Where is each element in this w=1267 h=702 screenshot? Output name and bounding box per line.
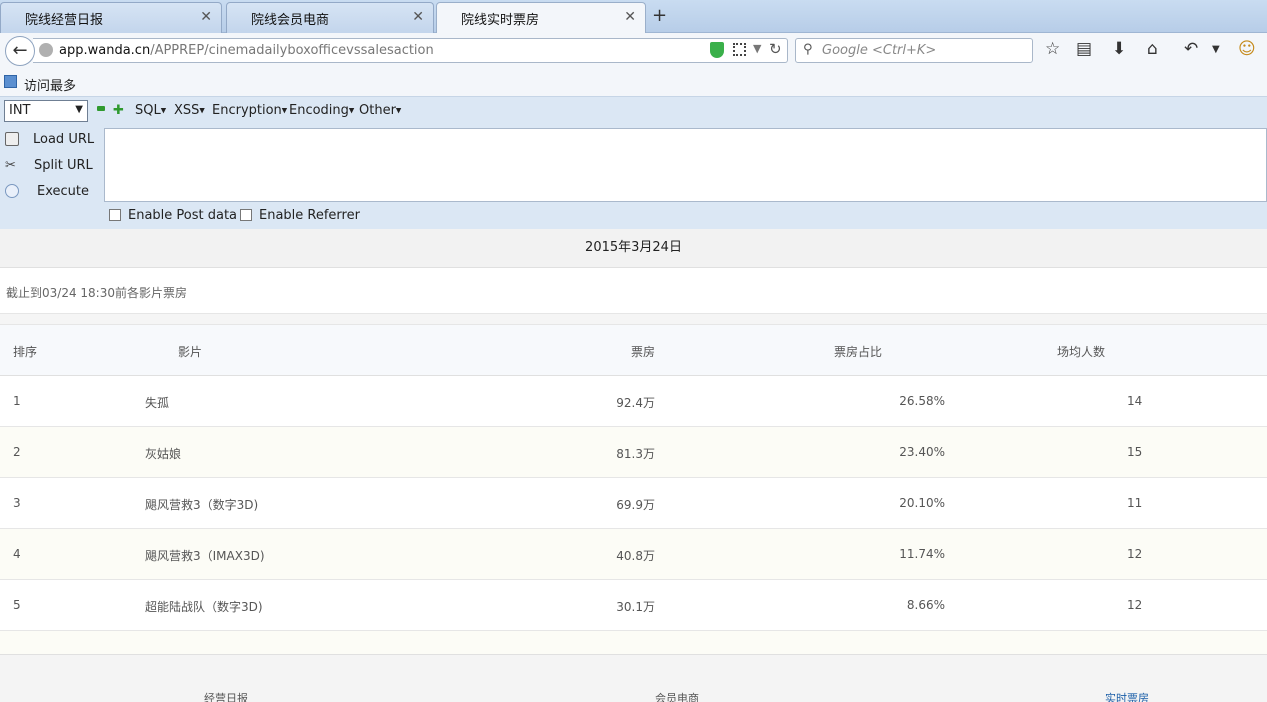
table-row[interactable]: 1 失孤 92.4万 26.58% 14 <box>0 376 1267 427</box>
box-cell: 92.4万 <box>616 396 655 410</box>
menu-encryption[interactable]: Encryption▼ <box>212 103 287 118</box>
search-placeholder: Google <Ctrl+K> <box>822 43 937 58</box>
chevron-down-icon: ▼ <box>75 104 83 115</box>
column-avg: 场均人数 <box>1057 345 1106 359</box>
table-row[interactable]: 2 灰姑娘 81.3万 23.40% 15 <box>0 427 1267 478</box>
avg-cell: 12 <box>1127 598 1143 612</box>
enable-post-checkbox[interactable] <box>109 209 121 221</box>
tab-daily-report[interactable]: 院线经营日报 ✕ <box>0 2 222 33</box>
column-box: 票房 <box>631 345 656 359</box>
load-url-icon <box>5 132 19 146</box>
url-bar[interactable]: app.wanda.cn/APPREP/cinemadailyboxoffice… <box>33 38 788 63</box>
box-cell: 81.3万 <box>616 447 655 461</box>
footer-daily-report[interactable]: 经营日报 <box>204 690 248 702</box>
share-cell: 11.74% <box>899 547 945 561</box>
enable-referrer-checkbox[interactable] <box>240 209 252 221</box>
split-url-button[interactable]: ✂ Split URL <box>0 154 100 178</box>
bookmark-star-icon[interactable]: ☆ <box>1045 39 1060 59</box>
search-icon: ⚲ <box>803 42 813 57</box>
globe-icon <box>39 43 53 57</box>
table-row[interactable]: 4 飓风营救3（IMAX3D) 40.8万 11.74% 12 <box>0 529 1267 580</box>
minus-icon[interactable] <box>97 106 105 111</box>
close-icon[interactable]: ✕ <box>200 9 212 25</box>
enable-referrer-label: Enable Referrer <box>259 208 360 223</box>
tab-strip: 院线经营日报 ✕ 院线会员电商 ✕ 院线实时票房 ✕ + <box>0 0 1267 33</box>
undo-icon[interactable]: ↶ <box>1184 39 1198 59</box>
back-button[interactable]: ← <box>5 36 35 66</box>
rank-cell: 3 <box>13 496 21 510</box>
reload-icon[interactable]: ↻ <box>769 40 782 58</box>
new-tab-button[interactable]: + <box>652 5 667 26</box>
column-rank: 排序 <box>13 345 38 359</box>
int-select[interactable]: INT ▼ <box>4 100 88 122</box>
enable-post-label: Enable Post data <box>128 208 238 223</box>
share-cell: 23.40% <box>899 445 945 459</box>
scissors-icon: ✂ <box>5 158 16 173</box>
dropdown-arrow-icon[interactable]: ▼ <box>1212 44 1220 55</box>
play-icon <box>5 184 19 198</box>
shield-icon[interactable] <box>710 42 724 58</box>
dropdown-arrow-icon[interactable]: ▼ <box>753 42 761 55</box>
share-cell: 26.58% <box>899 394 945 408</box>
film-cell: 飓风营救3（数字3D) <box>145 498 259 512</box>
back-arrow-icon: ← <box>12 40 28 61</box>
film-cell: 飓风营救3（IMAX3D) <box>145 549 265 563</box>
menu-other[interactable]: Other▼ <box>359 103 401 118</box>
close-icon[interactable]: ✕ <box>412 9 424 25</box>
load-url-button[interactable]: Load URL <box>0 128 100 152</box>
menu-encoding[interactable]: Encoding▼ <box>289 103 354 118</box>
plus-icon[interactable]: ✚ <box>113 103 124 118</box>
film-cell: 失孤 <box>145 396 170 410</box>
divider <box>0 313 1267 325</box>
share-cell: 8.66% <box>906 598 945 612</box>
avg-cell: 15 <box>1127 445 1143 459</box>
rank-cell: 1 <box>13 394 21 408</box>
bookmarks-toolbar: 访问最多 <box>0 68 1267 96</box>
tab-realtime-boxoffice[interactable]: 院线实时票房 ✕ <box>436 2 646 33</box>
footer-realtime-boxoffice[interactable]: 实时票房 <box>1105 690 1149 702</box>
box-cell: 40.8万 <box>616 549 655 563</box>
menu-xss[interactable]: XSS▼ <box>174 103 205 118</box>
box-cell: 69.9万 <box>616 498 655 512</box>
tab-label: 院线经营日报 <box>25 13 104 28</box>
monkey-icon[interactable]: ☺ <box>1238 39 1256 59</box>
film-cell: 超能陆战队（数字3D) <box>145 600 263 614</box>
avg-cell: 11 <box>1127 496 1143 510</box>
footer-member-ecommerce[interactable]: 会员电商 <box>655 690 699 702</box>
avg-cell: 14 <box>1127 394 1143 408</box>
execute-button[interactable]: Execute <box>0 180 100 204</box>
rank-cell: 5 <box>13 598 21 612</box>
tab-label: 院线会员电商 <box>251 13 330 28</box>
reading-list-icon[interactable]: ▤ <box>1076 39 1092 59</box>
download-icon[interactable]: ⬇ <box>1112 39 1126 59</box>
report-date: 2015年3月24日 <box>0 229 1267 268</box>
table-header: 排序 影片 票房 票房占比 场均人数 <box>0 325 1267 376</box>
url-text[interactable]: app.wanda.cn/APPREP/cinemadailyboxoffice… <box>59 43 434 58</box>
column-share: 票房占比 <box>834 345 883 359</box>
hackbar-panel: INT ▼ ✚ SQL▼ XSS▼ Encryption▼ Encoding▼ … <box>0 96 1267 229</box>
box-cell: 30.1万 <box>616 600 655 614</box>
rank-cell: 4 <box>13 547 21 561</box>
home-icon[interactable]: ⌂ <box>1147 39 1158 59</box>
search-input[interactable]: ⚲ Google <Ctrl+K> <box>795 38 1033 63</box>
tab-label: 院线实时票房 <box>461 13 540 28</box>
table-row[interactable]: 5 超能陆战队（数字3D) 30.1万 8.66% 12 <box>0 580 1267 631</box>
close-icon[interactable]: ✕ <box>624 9 636 25</box>
table-row[interactable]: 3 飓风营救3（数字3D) 69.9万 20.10% 11 <box>0 478 1267 529</box>
bookmark-folder-icon <box>4 75 17 88</box>
film-cell: 灰姑娘 <box>145 447 182 461</box>
rank-cell: 2 <box>13 445 21 459</box>
page-content: 2015年3月24日 截止到03/24 18:30前各影片票房 排序 影片 票房… <box>0 229 1267 702</box>
menu-sql[interactable]: SQL▼ <box>135 103 166 118</box>
tab-member-ecommerce[interactable]: 院线会员电商 ✕ <box>226 2 434 33</box>
avg-cell: 12 <box>1127 547 1143 561</box>
column-film: 影片 <box>178 345 203 359</box>
most-visited-bookmark[interactable]: 访问最多 <box>24 75 76 94</box>
share-cell: 20.10% <box>899 496 945 510</box>
hackbar-url-textarea[interactable] <box>104 128 1267 202</box>
bottom-nav: 经营日报 会员电商 实时票房 <box>0 654 1267 702</box>
report-subtitle: 截止到03/24 18:30前各影片票房 <box>6 286 187 300</box>
qr-code-icon[interactable] <box>733 43 746 56</box>
